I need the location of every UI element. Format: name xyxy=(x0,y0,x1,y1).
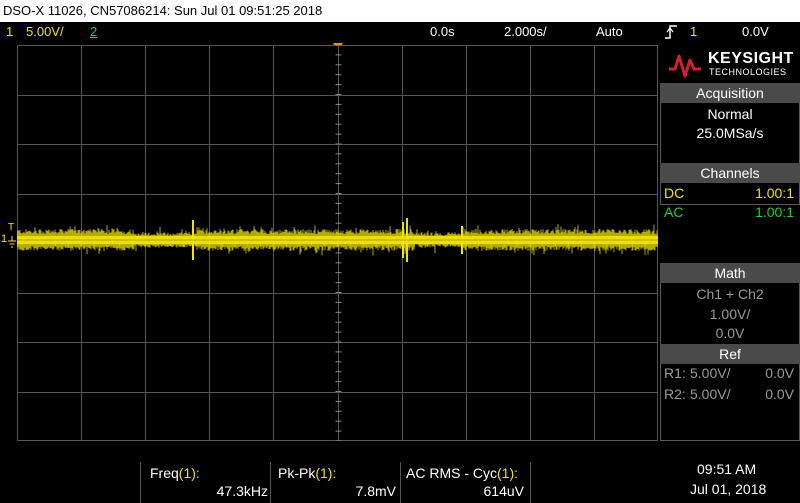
keysight-wave-icon xyxy=(669,54,701,78)
ground-icon xyxy=(8,236,16,248)
ref1-offset: 0.0V xyxy=(765,365,794,381)
keysight-logo: KEYSIGHT TECHNOLOGIES xyxy=(660,44,800,84)
trigger-channel[interactable]: 1 xyxy=(690,22,697,42)
acrms-label: AC RMS - Cyc xyxy=(406,465,497,481)
waveform-display[interactable] xyxy=(16,44,659,442)
clock-time: 09:51 AM xyxy=(697,461,757,477)
ch1-ground-marker[interactable]: 1 xyxy=(1,233,7,245)
time-reference[interactable]: 0.0s xyxy=(430,22,455,42)
window-title: DSO-X 11026, CN57086214: Sun Jul 01 09:5… xyxy=(0,0,800,22)
divider xyxy=(140,462,141,503)
trigger-mode[interactable]: Auto xyxy=(596,22,623,42)
ref-header[interactable]: Ref xyxy=(660,344,800,364)
ref2-scale: 5.00V/ xyxy=(690,386,731,402)
ch1-number[interactable]: 1 xyxy=(6,22,13,42)
freq-value: 47.3kHz xyxy=(216,483,268,499)
side-panel: KEYSIGHT TECHNOLOGIES Acquisition Normal… xyxy=(660,44,800,441)
ref1-name: R1: xyxy=(664,365,686,381)
ch2-probe-ratio[interactable]: 1.00:1 xyxy=(755,204,794,220)
acrms-value: 614uV xyxy=(483,483,524,499)
rising-edge-icon xyxy=(665,25,677,39)
acquisition-mode: Normal xyxy=(707,106,753,122)
divider xyxy=(400,462,401,503)
ref2-name: R2: xyxy=(664,386,686,402)
status-bar: 1 5.00V/ 2 0.0s 2.000s/ Auto 1 0.0V xyxy=(0,22,800,42)
acquisition-rate: 25.0MSa/s xyxy=(696,125,764,141)
graticule xyxy=(16,44,659,442)
ch2-number[interactable]: 2 xyxy=(90,22,97,42)
divider xyxy=(270,462,271,503)
freq-label: Freq xyxy=(150,465,179,481)
freq-source: (1): xyxy=(178,465,200,481)
math-function: Ch1 + Ch2 xyxy=(696,286,764,302)
ch1-probe-ratio[interactable]: 1.00:1 xyxy=(755,185,794,201)
ch1-coupling[interactable]: DC xyxy=(664,185,684,201)
ref2-offset: 0.0V xyxy=(765,386,794,402)
pkpk-value: 7.8mV xyxy=(355,483,396,499)
channels-header[interactable]: Channels xyxy=(660,163,800,183)
brand-name: KEYSIGHT xyxy=(708,50,794,67)
time-scale[interactable]: 2.000s/ xyxy=(504,22,547,42)
acrms-source: (1): xyxy=(497,465,518,481)
math-offset: 0.0V xyxy=(715,325,745,341)
measurement-bar: Freq(1): 47.3kHz Pk-Pk(1): 7.8mV AC RMS … xyxy=(0,461,800,503)
pkpk-label: Pk-Pk xyxy=(278,465,316,481)
pkpk-source: (1): xyxy=(315,465,337,481)
math-scale: 1.00V/ xyxy=(709,306,751,322)
acquisition-header[interactable]: Acquisition xyxy=(660,83,800,103)
math-header[interactable]: Math xyxy=(660,263,800,283)
ref1-scale: 5.00V/ xyxy=(690,365,731,381)
ch1-scale[interactable]: 5.00V/ xyxy=(26,22,64,42)
divider xyxy=(530,462,531,503)
ch2-coupling[interactable]: AC xyxy=(664,204,683,220)
clock-date: Jul 01, 2018 xyxy=(690,481,767,497)
trigger-level[interactable]: 0.0V xyxy=(742,22,769,42)
trigger-level-marker[interactable]: T xyxy=(8,222,14,233)
brand-sub: TECHNOLOGIES xyxy=(709,67,787,77)
